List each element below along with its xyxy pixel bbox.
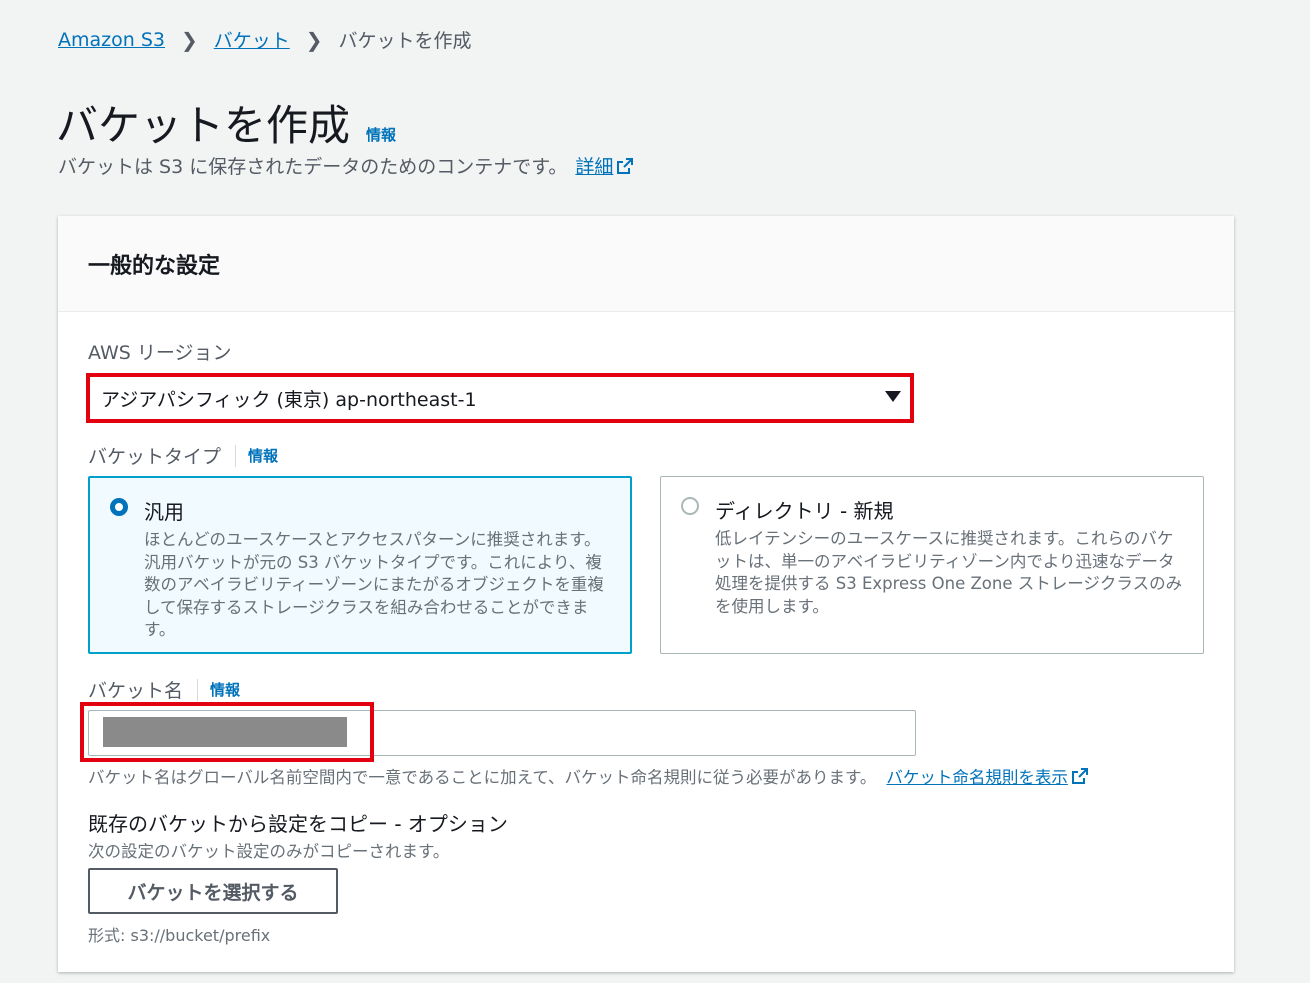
bucket-type-label-text: バケットタイプ xyxy=(88,446,222,468)
bucket-name-help-text: バケット名はグローバル名前空間内で一意であることに加えて、バケット命名規則に従う… xyxy=(88,768,877,787)
page-description-text: バケットは S3 に保存されたデータのためのコンテナです。 xyxy=(58,156,568,178)
bucket-type-general-tile[interactable]: 汎用 ほとんどのユースケースとアクセスパターンに推奨されます。汎用バケットが元の… xyxy=(88,476,632,654)
region-highlight-box xyxy=(86,373,914,423)
tile-title: 汎用 xyxy=(144,500,184,524)
general-settings-panel: 一般的な設定 AWS リージョン アジアパシフィック (東京) ap-north… xyxy=(58,216,1234,972)
chevron-right-icon: ❯ xyxy=(180,27,198,52)
bucket-type-directory-tile[interactable]: ディレクトリ - 新規 低レイテンシーのユースケースに推奨されます。これらのバケ… xyxy=(660,476,1204,654)
tile-title: ディレクトリ - 新規 xyxy=(715,499,894,523)
tile-description: ほとんどのユースケースとアクセスパターンに推奨されます。汎用バケットが元の S3… xyxy=(144,530,604,639)
region-label: AWS リージョン xyxy=(88,338,231,365)
learn-more-label: 詳細 xyxy=(575,156,614,178)
bucket-name-info-link[interactable]: 情報 xyxy=(210,679,240,700)
breadcrumb-link-s3[interactable]: Amazon S3 xyxy=(58,29,165,51)
copy-settings-description: 次の設定のバケット設定のみがコピーされます。 xyxy=(88,842,450,861)
page-description: バケットは S3 に保存されたデータのためのコンテナです。 詳細 xyxy=(58,152,634,179)
bucket-type-info-link[interactable]: 情報 xyxy=(248,445,278,466)
panel-heading: 一般的な設定 xyxy=(88,253,221,279)
breadcrumb-current: バケットを作成 xyxy=(338,30,472,52)
breadcrumb: Amazon S3 ❯ バケット ❯ バケットを作成 xyxy=(58,26,472,53)
page-info-link[interactable]: 情報 xyxy=(366,124,396,145)
chevron-right-icon: ❯ xyxy=(305,27,323,52)
choose-bucket-button[interactable]: バケットを選択する xyxy=(88,868,338,914)
bucket-name-help: バケット名はグローバル名前空間内で一意であることに加えて、バケット命名規則に従う… xyxy=(88,764,1088,788)
label-divider xyxy=(197,678,199,701)
copy-settings-format: 形式: s3://bucket/prefix xyxy=(88,926,271,945)
bucket-name-label-text: バケット名 xyxy=(88,680,184,702)
naming-rules-link[interactable]: バケット命名規則を表示 xyxy=(886,764,1088,788)
breadcrumb-link-buckets[interactable]: バケット xyxy=(214,26,290,53)
tile-description: 低レイテンシーのユースケースに推奨されます。これらのバケットは、単一のアベイラビ… xyxy=(715,529,1183,616)
naming-rules-label: バケット命名規則を表示 xyxy=(886,768,1068,787)
external-link-icon xyxy=(617,157,634,174)
page-title: バケットを作成 情報 xyxy=(56,92,396,153)
bucket-name-highlight-box xyxy=(80,702,374,762)
region-label-text: AWS リージョン xyxy=(88,342,232,364)
learn-more-link[interactable]: 詳細 xyxy=(575,152,634,179)
panel-header: 一般的な設定 xyxy=(58,216,1234,312)
radio-unselected-icon[interactable] xyxy=(681,497,699,515)
bucket-type-label: バケットタイプ 情報 xyxy=(88,442,278,469)
copy-settings-title: 既存のバケットから設定をコピー - オプション xyxy=(88,812,508,836)
bucket-name-label: バケット名 情報 xyxy=(88,676,240,703)
external-link-icon xyxy=(1071,768,1088,784)
label-divider xyxy=(235,444,237,467)
page-title-text: バケットを作成 xyxy=(56,101,351,150)
radio-selected-icon[interactable] xyxy=(110,498,128,516)
